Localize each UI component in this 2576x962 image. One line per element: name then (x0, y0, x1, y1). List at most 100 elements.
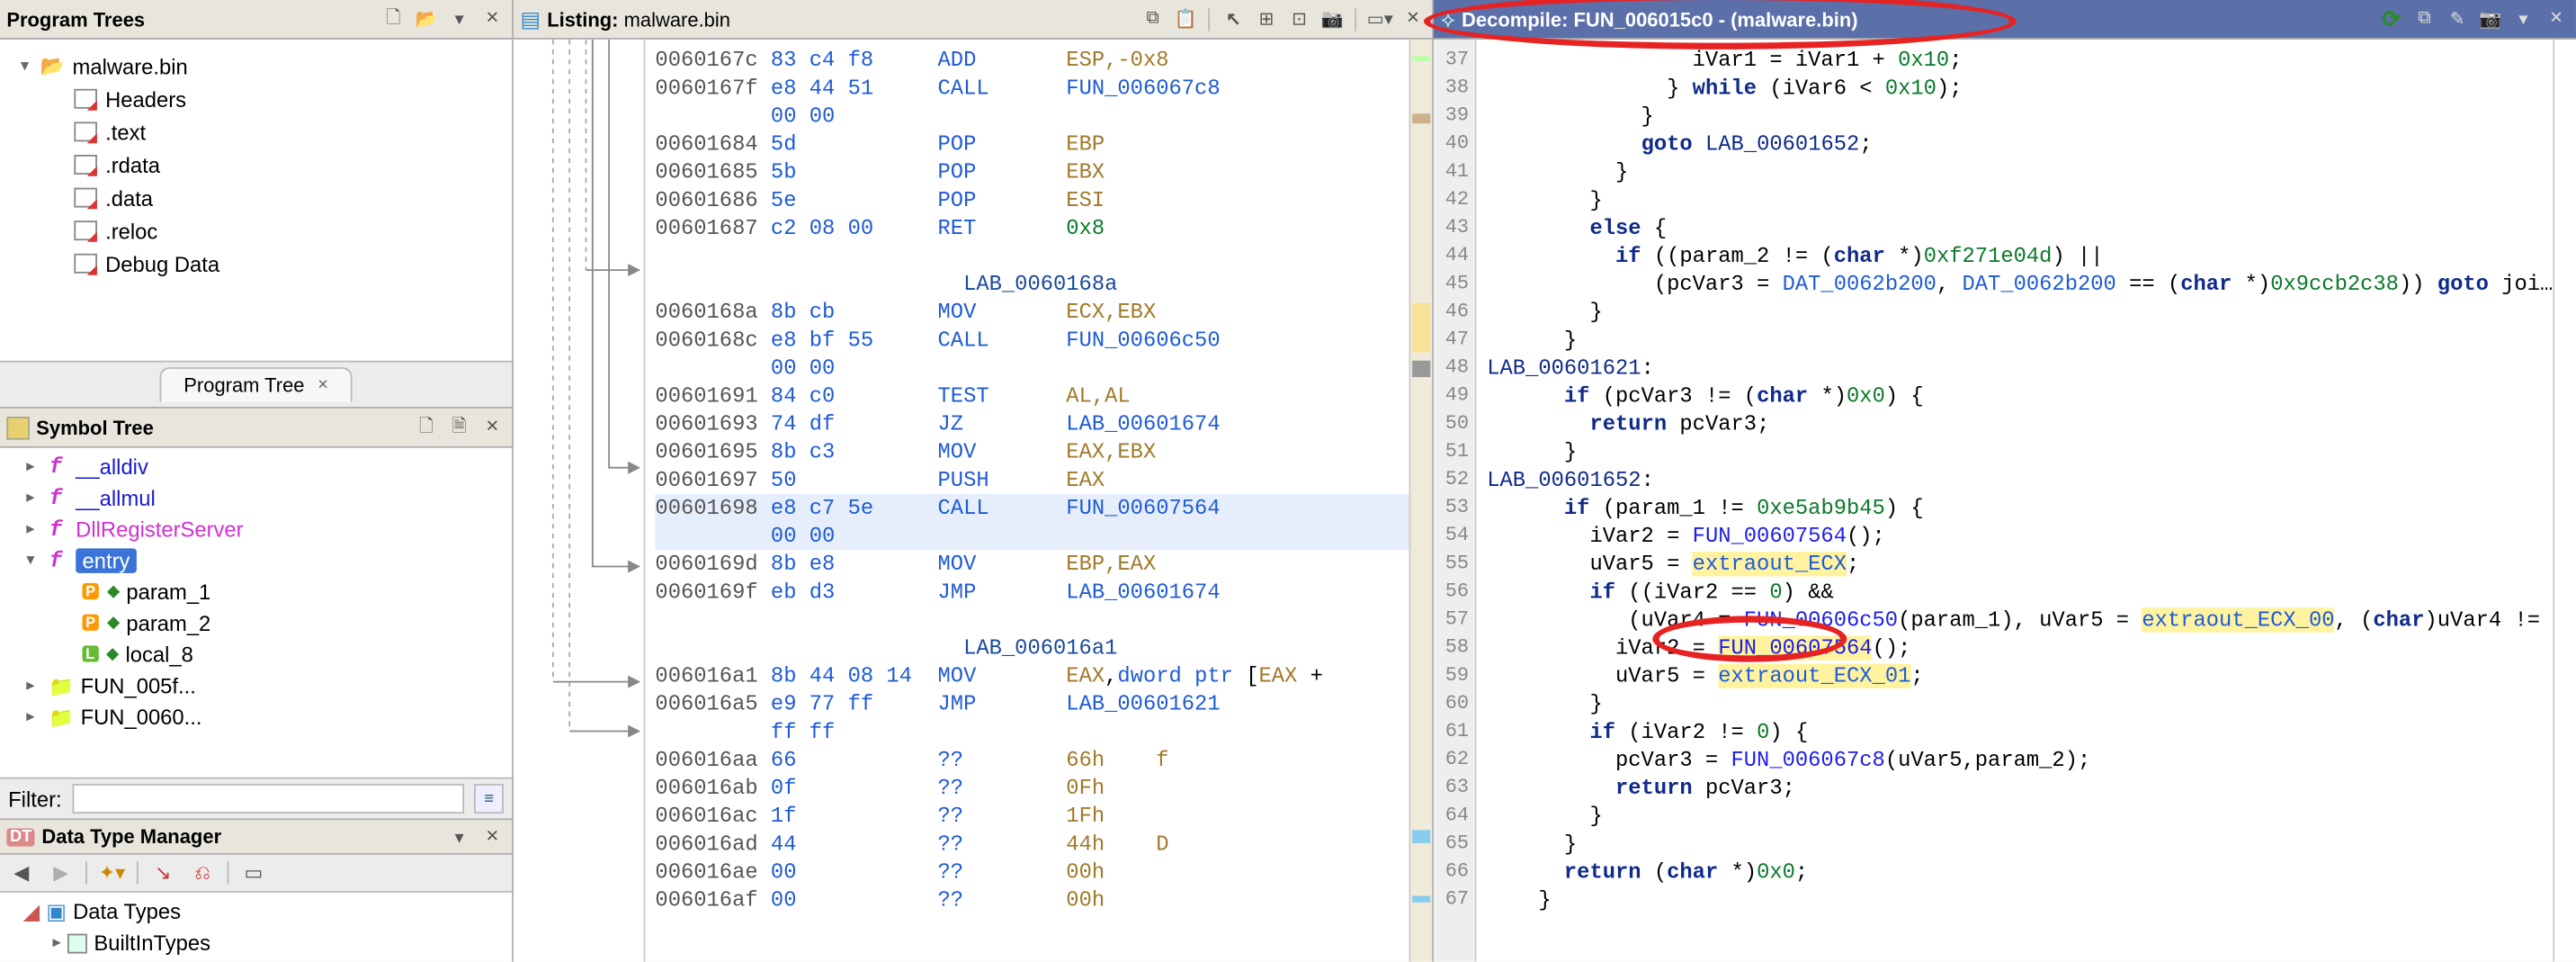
symbol-tree-body[interactable]: ▸ f __alldiv ▸ f __allmul ▸ f DllRegiste… (0, 448, 512, 778)
listing-line[interactable]: 00601695 8b c3 MOV EAX,EBX (655, 438, 1409, 466)
listing-overview-map[interactable] (1409, 40, 1433, 962)
dtm-menu-icon[interactable] (446, 823, 472, 850)
listing-line[interactable] (655, 242, 1409, 270)
symbol-func[interactable]: ▾ f entry (6, 545, 505, 577)
decompile-line[interactable]: } (1487, 886, 2553, 914)
listing-line[interactable]: 00601684 5d POP EBP (655, 130, 1409, 158)
decompile-menu-icon[interactable] (2510, 5, 2536, 31)
tree-node[interactable]: .text (6, 115, 505, 148)
decompile-line[interactable]: if (param_1 != 0xe5ab9b45) { (1487, 494, 2553, 522)
decompile-line[interactable]: } while (iVar6 < 0x10); (1487, 74, 2553, 102)
listing-line[interactable]: 00 00 (655, 354, 1409, 382)
listing-line[interactable] (655, 606, 1409, 634)
symbol-doc-icon[interactable] (446, 414, 472, 440)
dtm-fwd-icon[interactable]: ▶ (46, 858, 76, 887)
listing-line[interactable]: 006016ab 0f ?? 0Fh (655, 774, 1409, 802)
listing-line[interactable]: 00601687 c2 08 00 RET 0x8 (655, 214, 1409, 242)
listing-line[interactable]: 0060168c e8 bf 55 CALL FUN_00606c50 (655, 326, 1409, 354)
tree-node[interactable]: Debug Data (6, 247, 505, 281)
decompile-refresh-icon[interactable] (2378, 5, 2404, 31)
symbol-new-icon[interactable] (413, 414, 439, 440)
decompile-line[interactable]: (uVar4 = FUN_00606c50(param_1), uVar5 = … (1487, 606, 2553, 634)
decompile-line[interactable]: if (iVar2 != 0) { (1487, 718, 2553, 746)
decompile-line[interactable]: return pcVar3; (1487, 410, 2553, 438)
decompile-line[interactable]: return (char *)0x0; (1487, 858, 2553, 886)
listing-line[interactable]: 0060167c 83 c4 f8 ADD ESP,-0x8 (655, 46, 1409, 74)
decompile-line[interactable]: uVar5 = extraout_ECX; (1487, 550, 2553, 578)
listing-line[interactable]: 006016ae 00 ?? 00h (655, 858, 1409, 886)
decompile-line[interactable]: } (1487, 830, 2553, 858)
caret-icon[interactable]: ▸ (26, 490, 42, 508)
dtm-tool3-icon[interactable]: ⎌ (188, 858, 218, 887)
caret-icon[interactable]: ▾ (26, 552, 42, 570)
listing-line[interactable]: 00601691 84 c0 TEST AL,AL (655, 382, 1409, 410)
program-trees-close-icon[interactable] (479, 5, 505, 31)
listing-line[interactable]: 006016af 00 ?? 00h (655, 886, 1409, 914)
listing-line[interactable]: 006016a1 8b 44 08 14 MOV EAX,dword ptr [… (655, 662, 1409, 690)
listing-line[interactable]: 006016ac 1f ?? 1Fh (655, 802, 1409, 830)
decompile-line[interactable]: goto LAB_00601652; (1487, 130, 2553, 158)
listing-line[interactable]: 0060168a 8b cb MOV ECX,EBX (655, 298, 1409, 326)
listing-line[interactable]: 006016aa 66 ?? 66h f (655, 746, 1409, 774)
dtm-body[interactable]: ◢▣ Data Types ▸ BuiltInTypes (0, 893, 512, 962)
decompile-line[interactable]: pcVar3 = FUN_006067c8(uVar5,param_2); (1487, 746, 2553, 774)
listing-line[interactable]: ff ff (655, 718, 1409, 746)
symbol-func[interactable]: ▸ f __alldiv (6, 451, 505, 482)
listing-copy-icon[interactable] (1140, 5, 1166, 31)
decompile-line[interactable]: } (1487, 438, 2553, 466)
dtm-tool2-icon[interactable]: ↘ (148, 858, 178, 887)
decompile-line[interactable]: } (1487, 326, 2553, 354)
decompile-line[interactable]: } (1487, 298, 2553, 326)
caret-icon[interactable]: ▸ (26, 708, 42, 726)
listing-expand-icon[interactable]: ▭▾ (1367, 5, 1393, 31)
listing-line[interactable]: 006016ad 44 ?? 44h D (655, 830, 1409, 858)
listing-line[interactable]: 006016a5 e9 77 ff JMP LAB_00601621 (655, 690, 1409, 718)
symbol-func[interactable]: ▸ f DllRegisterServer (6, 514, 505, 545)
decompile-line[interactable]: } (1487, 690, 2553, 718)
decompile-edit-icon[interactable]: ✎ (2445, 5, 2471, 31)
decompile-overview-map[interactable] (2553, 40, 2576, 962)
listing-line[interactable]: 00601685 5b POP EBX (655, 158, 1409, 186)
listing-toggle1-icon[interactable]: ⊞ (1253, 5, 1279, 31)
symbol-tree-close-icon[interactable] (479, 414, 505, 440)
decompile-snapshot-icon[interactable] (2477, 5, 2503, 31)
decompile-line[interactable]: if (pcVar3 != (char *)0x0) { (1487, 382, 2553, 410)
listing-line[interactable]: 00 00 (655, 102, 1409, 130)
tree-node[interactable]: .reloc (6, 214, 505, 247)
listing-line[interactable]: 0060169f eb d3 JMP LAB_00601674 (655, 578, 1409, 606)
decompile-line[interactable]: uVar5 = extraout_ECX_01; (1487, 662, 2553, 690)
caret-icon[interactable]: ▸ (26, 458, 42, 476)
decompile-line[interactable]: LAB_00601652: (1487, 466, 2553, 494)
decompile-line[interactable]: else { (1487, 214, 2553, 242)
decompile-line[interactable]: } (1487, 102, 2553, 130)
listing-cursor-icon[interactable] (1221, 5, 1247, 31)
dtm-child[interactable]: ▸ BuiltInTypes (6, 927, 505, 958)
listing-line[interactable]: 00 00 (655, 522, 1409, 550)
listing-paste-icon[interactable]: 📋 (1173, 5, 1199, 31)
symbol-param[interactable]: ◆ param_1 (6, 577, 505, 608)
open-folder-icon[interactable] (413, 5, 439, 31)
program-trees-menu-icon[interactable] (446, 5, 472, 31)
dtm-close-icon[interactable] (479, 823, 505, 850)
caret-down-icon[interactable]: ▾ (16, 57, 32, 75)
filter-run-icon[interactable]: ≡ (474, 784, 504, 814)
program-tree-body[interactable]: ▾ malware.bin Headers.text.rdata.data.re… (0, 40, 512, 361)
listing-snapshot-icon[interactable] (1319, 5, 1346, 31)
decompile-line[interactable]: } (1487, 186, 2553, 214)
tree-node[interactable]: .rdata (6, 148, 505, 182)
symbol-local[interactable]: ◆ local_8 (6, 639, 505, 670)
decompile-close-icon[interactable] (2543, 5, 2569, 31)
decompile-line[interactable]: iVar2 = FUN_00607564(); (1487, 522, 2553, 550)
decompile-copy-icon[interactable] (2411, 5, 2437, 31)
listing-body[interactable]: 0060167c 83 c4 f8 ADD ESP,-0x80060167f e… (514, 40, 1433, 962)
listing-line[interactable]: 0060169d 8b e8 MOV EBP,EAX (655, 550, 1409, 578)
decompile-line[interactable]: } (1487, 158, 2553, 186)
symbol-folder[interactable]: ▸ FUN_005f... (6, 670, 505, 702)
new-tree-icon[interactable] (380, 5, 407, 31)
decompile-line[interactable]: iVar1 = iVar1 + 0x10; (1487, 46, 2553, 74)
dtm-root[interactable]: ◢▣ Data Types (6, 896, 505, 928)
listing-close-icon[interactable] (1400, 5, 1426, 31)
decompile-line[interactable]: iVar2 = FUN_00607564(); (1487, 634, 2553, 662)
symbol-func[interactable]: ▸ f __allmul (6, 482, 505, 514)
decompile-line[interactable]: LAB_00601621: (1487, 354, 2553, 382)
